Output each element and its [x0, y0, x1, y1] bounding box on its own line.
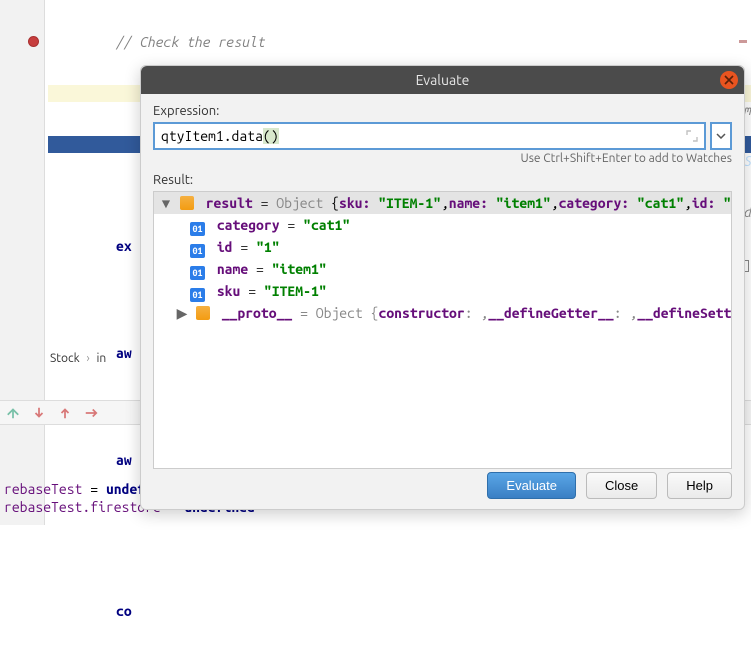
- result-property-row[interactable]: 01 category = "cat1": [154, 214, 731, 236]
- evaluate-button[interactable]: Evaluate: [487, 472, 576, 499]
- close-button[interactable]: Close: [586, 472, 657, 499]
- dialog-title: Evaluate: [416, 72, 470, 88]
- hint-text: Use Ctrl+Shift+Enter to add to Watches: [153, 152, 732, 165]
- history-dropdown[interactable]: [710, 122, 732, 150]
- step-over-icon[interactable]: [6, 406, 20, 420]
- step-into-icon[interactable]: [32, 406, 46, 420]
- result-property-row[interactable]: 01 sku = "ITEM-1": [154, 280, 731, 302]
- object-icon: [196, 306, 210, 320]
- string-icon: 01: [190, 222, 205, 236]
- dialog-titlebar[interactable]: Evaluate: [141, 66, 744, 94]
- gutter: [0, 0, 45, 525]
- help-button[interactable]: Help: [667, 472, 732, 499]
- code-comment: // Check the result: [116, 34, 265, 50]
- ruler-mark-icon: [739, 40, 747, 43]
- expression-label: Expression:: [153, 104, 732, 118]
- string-icon: 01: [190, 288, 205, 302]
- breakpoint-icon[interactable]: [28, 36, 39, 47]
- chevron-down-icon: [716, 133, 726, 139]
- breadcrumb-sep-icon: ›: [86, 352, 89, 365]
- expand-right-icon[interactable]: ▶: [176, 302, 188, 324]
- close-icon[interactable]: [720, 71, 738, 89]
- result-property-row[interactable]: 01 id = "1": [154, 236, 731, 258]
- expand-icon[interactable]: [686, 130, 698, 142]
- evaluate-dialog: Evaluate Expression: qtyItem1.data() Use…: [140, 65, 745, 510]
- breadcrumb[interactable]: Stock › in: [50, 352, 106, 365]
- result-label: Result:: [153, 173, 732, 187]
- expression-input[interactable]: qtyItem1.data(): [153, 122, 706, 150]
- expand-down-icon[interactable]: ▼: [160, 192, 172, 214]
- object-icon: [180, 196, 194, 210]
- string-icon: 01: [190, 266, 205, 280]
- result-root-row[interactable]: ▼ result = Object {sku: "ITEM-1",name: "…: [154, 192, 731, 214]
- result-property-row[interactable]: 01 name = "item1": [154, 258, 731, 280]
- run-to-cursor-icon[interactable]: [84, 406, 98, 420]
- step-out-icon[interactable]: [58, 406, 72, 420]
- string-icon: 01: [190, 244, 205, 258]
- result-tree[interactable]: ▼ result = Object {sku: "ITEM-1",name: "…: [153, 191, 732, 469]
- result-proto-row[interactable]: ▶ __proto__ = Object {constructor: ,__de…: [154, 302, 731, 324]
